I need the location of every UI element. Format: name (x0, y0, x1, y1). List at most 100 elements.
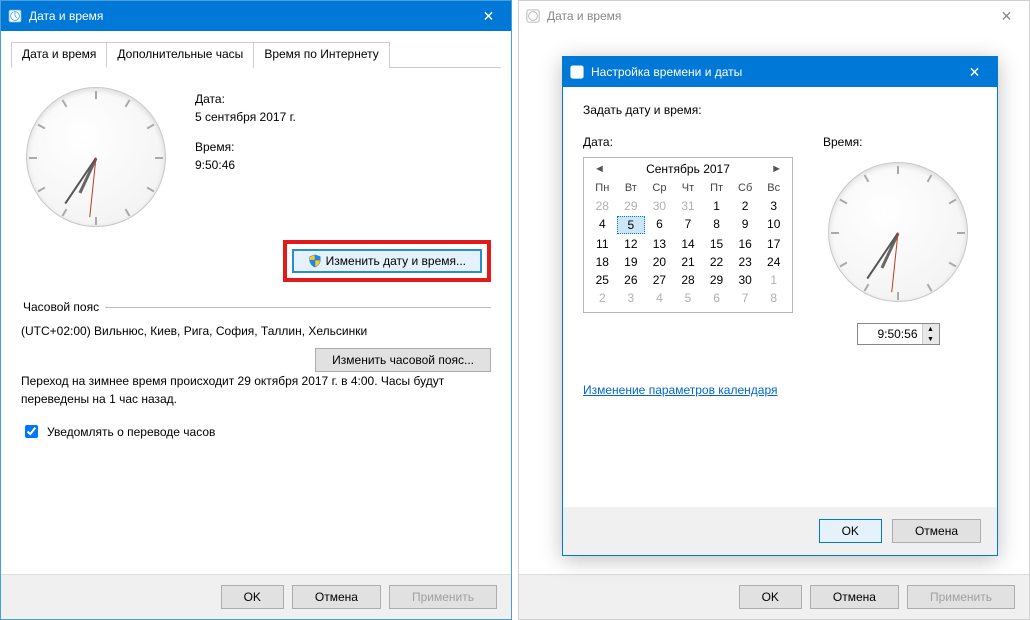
calendar-dow: Вт (617, 180, 646, 196)
dst-info: Переход на зимнее время происходит 29 ок… (21, 372, 491, 408)
calendar-day[interactable]: 13 (645, 236, 674, 252)
calendar-day[interactable]: 5 (674, 290, 703, 306)
calendar-day[interactable]: 21 (674, 254, 703, 270)
analog-clock (21, 82, 171, 232)
uac-shield-icon (308, 254, 322, 268)
close-button[interactable]: ✕ (466, 1, 511, 31)
calendar-month[interactable]: Сентябрь 2017 (646, 162, 730, 176)
window-title: Дата и время (29, 9, 466, 23)
change-datetime-label: Изменить дату и время... (326, 254, 466, 268)
time-input[interactable] (858, 324, 922, 344)
calendar-day[interactable]: 29 (617, 198, 646, 214)
calendar-day[interactable]: 4 (588, 216, 617, 234)
calendar-day[interactable]: 2 (731, 198, 760, 214)
calendar-day[interactable]: 12 (617, 236, 646, 252)
calendar-day[interactable]: 30 (645, 198, 674, 214)
time-label: Время: (195, 140, 296, 154)
notify-label: Уведомлять о переводе часов (47, 425, 215, 439)
calendar-dow: Сб (731, 180, 760, 196)
calendar-day[interactable]: 9 (731, 216, 760, 234)
time-header: Время: (823, 135, 862, 149)
calendar-day[interactable]: 18 (588, 254, 617, 270)
notify-checkbox[interactable] (25, 425, 38, 438)
calendar-day[interactable]: 3 (617, 290, 646, 306)
calendar-day[interactable]: 25 (588, 272, 617, 288)
notify-checkbox-row[interactable]: Уведомлять о переводе часов (21, 422, 491, 441)
calendar-dow: Пн (588, 180, 617, 196)
time-spin-up[interactable]: ▲ (923, 324, 939, 334)
set-datetime-label: Задать дату и время: (583, 103, 977, 117)
calendar-day[interactable]: 5 (617, 216, 646, 234)
window-title: Дата и время (547, 9, 984, 23)
calendar-day[interactable]: 29 (702, 272, 731, 288)
calendar-day[interactable]: 8 (759, 290, 788, 306)
time-spin-down[interactable]: ▼ (923, 334, 939, 344)
tab-internet-time[interactable]: Время по Интернету (253, 42, 389, 68)
ok-button[interactable]: OK (739, 585, 802, 609)
calendar-day[interactable]: 23 (731, 254, 760, 270)
tab-additional-clocks[interactable]: Дополнительные часы (106, 42, 254, 68)
timezone-group: Часовой пояс (21, 300, 491, 314)
calendar-day[interactable]: 3 (759, 198, 788, 214)
calendar-day[interactable]: 28 (588, 198, 617, 214)
close-button[interactable]: ✕ (984, 1, 1029, 31)
datetime-icon (569, 64, 585, 80)
calendar-day[interactable]: 10 (759, 216, 788, 234)
highlight-box: Изменить дату и время... (283, 240, 491, 282)
calendar-day[interactable]: 6 (702, 290, 731, 306)
calendar-day[interactable]: 24 (759, 254, 788, 270)
calendar-day[interactable]: 4 (645, 290, 674, 306)
analog-clock (823, 157, 973, 307)
calendar-day[interactable]: 30 (731, 272, 760, 288)
datetime-icon (525, 8, 541, 24)
timezone-value: (UTC+02:00) Вильнюс, Киев, Рига, София, … (21, 324, 491, 338)
time-input-group: ▲ ▼ (857, 323, 940, 345)
ok-button[interactable]: OK (819, 519, 882, 543)
calendar-dow: Ср (645, 180, 674, 196)
calendar-day[interactable]: 16 (731, 236, 760, 252)
date-label: Дата: (195, 92, 296, 106)
calendar-settings-link[interactable]: Изменение параметров календаря (583, 383, 778, 397)
calendar-day[interactable]: 6 (645, 216, 674, 234)
calendar-dow: Чт (674, 180, 703, 196)
calendar-day[interactable]: 28 (674, 272, 703, 288)
prev-month-button[interactable]: ◄ (590, 163, 609, 175)
calendar-day[interactable]: 26 (617, 272, 646, 288)
calendar-day[interactable]: 17 (759, 236, 788, 252)
datetime-icon (7, 8, 23, 24)
calendar-day[interactable]: 15 (702, 236, 731, 252)
calendar-day[interactable]: 1 (759, 272, 788, 288)
calendar-day[interactable]: 20 (645, 254, 674, 270)
tab-datetime[interactable]: Дата и время (11, 42, 107, 68)
tabs: Дата и время Дополнительные часы Время п… (11, 41, 501, 68)
next-month-button[interactable]: ► (767, 163, 786, 175)
change-datetime-button[interactable]: Изменить дату и время... (292, 249, 482, 273)
titlebar-win1: Дата и время ✕ (1, 1, 511, 31)
apply-button[interactable]: Применить (389, 585, 497, 609)
calendar-day[interactable]: 7 (731, 290, 760, 306)
calendar-day[interactable]: 19 (617, 254, 646, 270)
timezone-legend: Часовой пояс (21, 300, 105, 314)
ok-button[interactable]: OK (221, 585, 284, 609)
calendar-day[interactable]: 22 (702, 254, 731, 270)
cancel-button[interactable]: Отмена (892, 519, 981, 543)
calendar-day[interactable]: 8 (702, 216, 731, 234)
calendar-dow: Пт (702, 180, 731, 196)
apply-button[interactable]: Применить (907, 585, 1015, 609)
calendar-day[interactable]: 2 (588, 290, 617, 306)
cancel-button[interactable]: Отмена (810, 585, 899, 609)
modal-title: Настройка времени и даты (591, 65, 952, 79)
calendar-day[interactable]: 14 (674, 236, 703, 252)
date-header: Дата: (583, 135, 793, 149)
change-timezone-button[interactable]: Изменить часовой пояс... (315, 348, 491, 372)
calendar-day[interactable]: 1 (702, 198, 731, 214)
calendar-day[interactable]: 27 (645, 272, 674, 288)
close-button[interactable]: ✕ (952, 57, 997, 87)
cancel-button[interactable]: Отмена (292, 585, 381, 609)
titlebar-win2: Дата и время ✕ (519, 1, 1029, 31)
calendar-day[interactable]: 11 (588, 236, 617, 252)
calendar-day[interactable]: 7 (674, 216, 703, 234)
time-value: 9:50:46 (195, 158, 296, 172)
calendar: ◄ Сентябрь 2017 ► ПнВтСрЧтПтСбВс28293031… (583, 157, 793, 313)
calendar-day[interactable]: 31 (674, 198, 703, 214)
